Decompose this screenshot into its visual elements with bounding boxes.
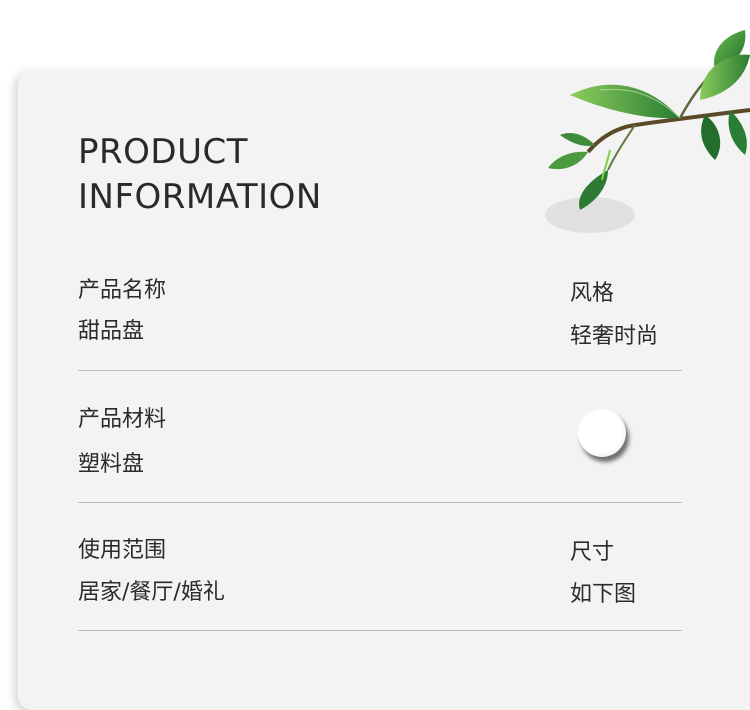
page-title: PRODUCT INFORMATION [78, 130, 322, 220]
product-name-label: 产品名称 [78, 278, 167, 303]
title-line-2: INFORMATION [78, 177, 322, 217]
style-label: 风格 [570, 281, 615, 306]
divider [78, 630, 682, 631]
divider [78, 370, 682, 371]
divider [78, 502, 682, 503]
size-label: 尺寸 [570, 540, 615, 565]
style-value: 轻奢时尚 [570, 324, 659, 349]
material-value: 塑料盘 [78, 452, 145, 477]
leaf-branch-icon [545, 30, 750, 233]
title-line-1: PRODUCT [78, 132, 248, 172]
size-value: 如下图 [570, 582, 637, 607]
usage-value: 居家/餐厅/婚礼 [78, 580, 225, 605]
material-label: 产品材料 [78, 407, 167, 432]
product-name-value: 甜品盘 [78, 319, 145, 344]
round-knob-icon [578, 409, 626, 457]
usage-label: 使用范围 [78, 538, 167, 563]
